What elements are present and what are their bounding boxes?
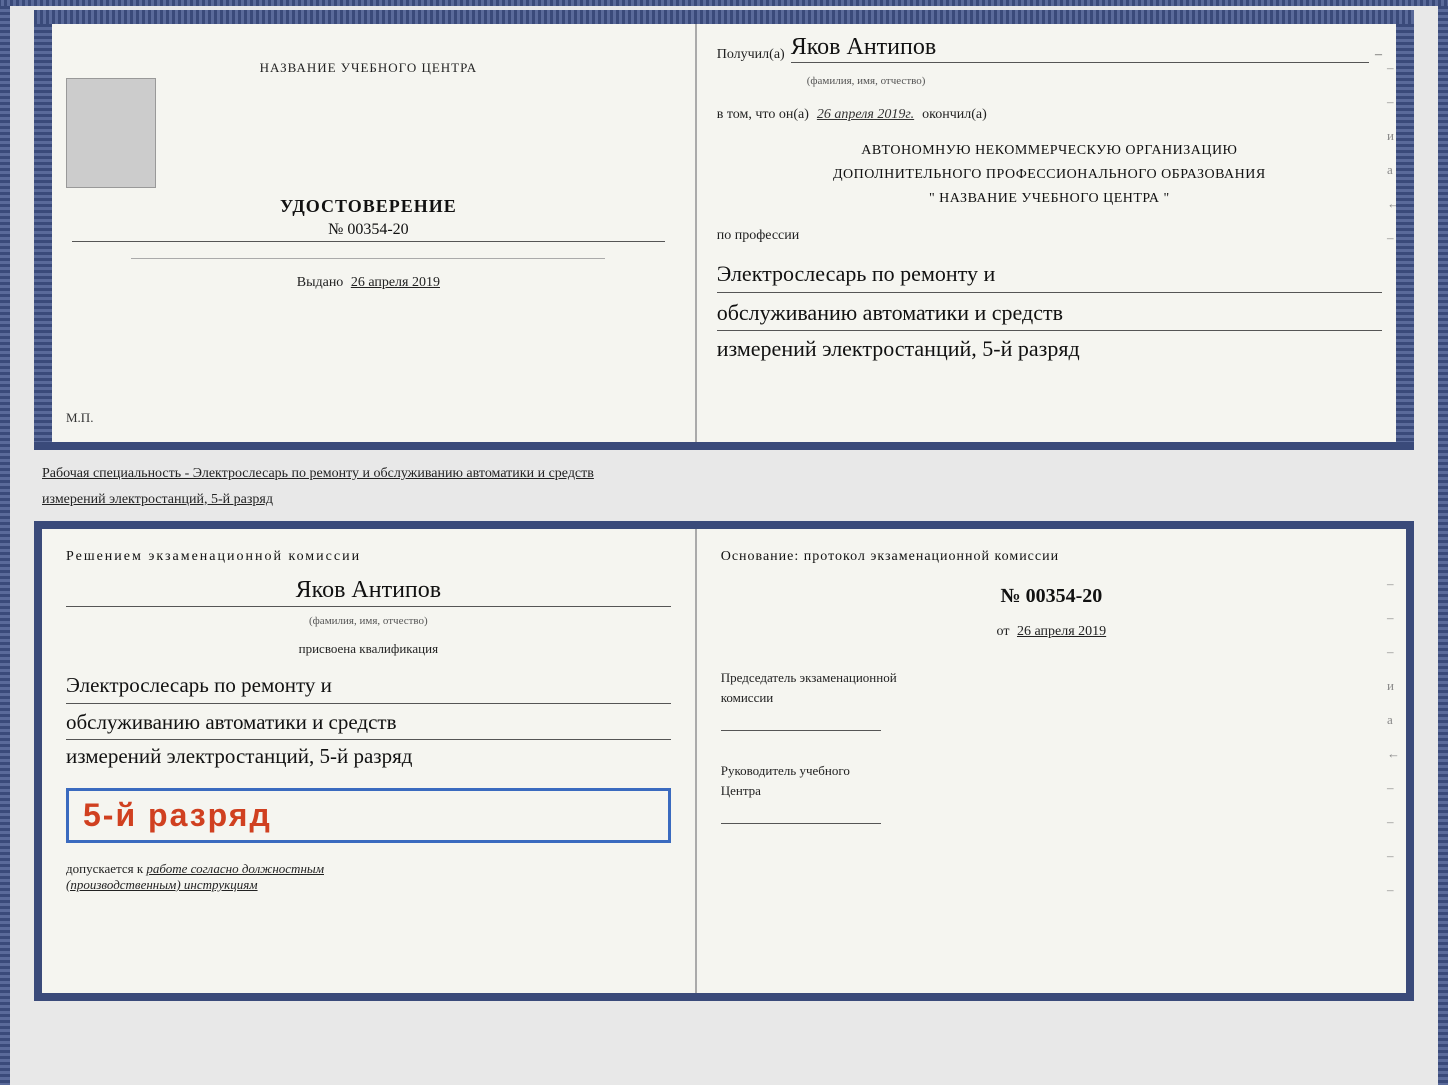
vtom-date: 26 апреля 2019г.: [817, 107, 914, 123]
certificate-bottom: Решением экзаменационной комиссии Яков А…: [34, 521, 1414, 1001]
b-dash4: и: [1387, 678, 1400, 694]
center-name-label: НАЗВАНИЕ УЧЕБНОГО ЦЕНТРА: [72, 58, 665, 78]
dash-after-name: –: [1375, 47, 1382, 63]
profession-block: Электрослесарь по ремонту и обслуживанию…: [717, 256, 1382, 366]
bottom-right-panel: Основание: протокол экзаменационной коми…: [697, 529, 1406, 993]
predsedatel-block: Председатель экзаменационной комиссии: [721, 668, 1382, 731]
ot-label: от: [997, 624, 1010, 639]
vydano-line: Выдано 26 апреля 2019: [72, 265, 665, 291]
bottom-name: Яков Антипов: [66, 577, 671, 607]
avt-line1: АВТОНОМНУЮ НЕКОММЕРЧЕСКУЮ ОРГАНИЗАЦИЮ: [717, 139, 1382, 163]
qual-line1: Электрослесарь по ремонту и: [66, 669, 671, 704]
avt-block: АВТОНОМНУЮ НЕКОММЕРЧЕСКУЮ ОРГАНИЗАЦИЮ ДО…: [717, 139, 1382, 210]
b-dash7: –: [1387, 780, 1400, 796]
b-dash3: –: [1387, 644, 1400, 660]
bottom-number: № 00354-20: [721, 585, 1382, 608]
rukovoditel-line1: Руководитель учебного: [721, 763, 850, 778]
predsedatel-line1: Председатель экзаменационной: [721, 670, 897, 685]
predsedatel-title: Председатель экзаменационной комиссии: [721, 668, 1382, 707]
speciality-label-block: Рабочая специальность - Электрослесарь п…: [34, 458, 1414, 513]
dopuskaetsya-label: допускается к: [66, 861, 143, 876]
speciality-label-line2: измерений электростанций, 5-й разряд: [38, 486, 1410, 512]
certificate-top: НАЗВАНИЕ УЧЕБНОГО ЦЕНТРА УДОСТОВЕРЕНИЕ №…: [34, 10, 1414, 450]
okoncil-label: окончил(а): [922, 107, 987, 123]
qual-line2: обслуживанию автоматики и средств: [66, 706, 671, 741]
vydano-date: 26 апреля 2019: [351, 275, 440, 290]
dopusk-italic1: работе согласно должностным: [146, 861, 324, 876]
vydano-label: Выдано: [297, 275, 344, 290]
profession-line1: Электрослесарь по ремонту и: [717, 256, 1382, 292]
poluchil-label: Получил(а): [717, 47, 785, 63]
osnovanie-text: Основание: протокол экзаменационной коми…: [721, 549, 1382, 565]
razryad-badge-text: 5-й разряд: [83, 797, 272, 833]
dash3: и: [1387, 128, 1400, 144]
b-dash1: –: [1387, 576, 1400, 592]
razryad-badge: 5-й разряд: [66, 788, 671, 843]
rukovoditel-line2: Центра: [721, 783, 761, 798]
ot-date-line: от 26 апреля 2019: [721, 624, 1382, 640]
side-dashes-bottom: – – – и а ← – – – –: [1387, 576, 1400, 898]
rukovoditel-signature-line: [721, 804, 881, 824]
b-dash8: –: [1387, 814, 1400, 830]
resheniem-text: Решением экзаменационной комиссии: [66, 549, 671, 565]
bottom-top-strip-decoration: [0, 0, 1448, 6]
predsedatel-line2: комиссии: [721, 690, 774, 705]
top-left-panel: НАЗВАНИЕ УЧЕБНОГО ЦЕНТРА УДОСТОВЕРЕНИЕ №…: [42, 18, 697, 442]
mp-label: М.П.: [66, 410, 93, 426]
recipient-name: Яков Антипов: [791, 34, 1369, 63]
bottom-fio-label: (фамилия, имя, отчество): [66, 615, 671, 627]
fio-label-top: (фамилия, имя, отчество): [807, 75, 1382, 87]
predsedatel-signature-line: [721, 711, 881, 731]
dash2: –: [1387, 94, 1400, 110]
rukovoditel-block: Руководитель учебного Центра: [721, 761, 1382, 824]
profession-line3: измерений электростанций, 5-й разряд: [717, 331, 1382, 366]
b-dash5: а: [1387, 712, 1400, 728]
rukovoditel-title: Руководитель учебного Центра: [721, 761, 1382, 800]
b-dash2: –: [1387, 610, 1400, 626]
document-wrapper: НАЗВАНИЕ УЧЕБНОГО ЦЕНТРА УДОСТОВЕРЕНИЕ №…: [34, 10, 1414, 1001]
bottom-left-panel: Решением экзаменационной комиссии Яков А…: [42, 529, 697, 993]
avt-line2: ДОПОЛНИТЕЛЬНОГО ПРОФЕССИОНАЛЬНОГО ОБРАЗО…: [717, 163, 1382, 187]
divider-line: [131, 258, 605, 259]
dopuskaetsya-block: допускается к работе согласно должностны…: [66, 861, 671, 893]
dopusk-italic2: (производственным) инструкциям: [66, 877, 258, 892]
b-dash10: –: [1387, 882, 1400, 898]
udostoverenie-title: УДОСТОВЕРЕНИЕ: [72, 196, 665, 217]
qual-block: Электрослесарь по ремонту и обслуживанию…: [66, 669, 671, 774]
dash1: –: [1387, 60, 1400, 76]
avt-line3: " НАЗВАНИЕ УЧЕБНОГО ЦЕНТРА ": [717, 187, 1382, 211]
dash4: а: [1387, 162, 1400, 178]
udostoverenie-number: № 00354-20: [72, 221, 665, 242]
side-dashes-top: – – и а ← –: [1387, 60, 1400, 246]
vtom-label: в том, что он(а): [717, 107, 809, 123]
po-professii-label: по профессии: [717, 228, 1382, 244]
profession-line2: обслуживанию автоматики и средств: [717, 295, 1382, 331]
qual-line3: измерений электростанций, 5-й разряд: [66, 740, 671, 774]
top-right-panel: Получил(а) Яков Антипов – (фамилия, имя,…: [697, 18, 1406, 442]
photo-placeholder: [66, 78, 156, 188]
b-dash9: –: [1387, 848, 1400, 864]
top-strip-decoration: [34, 10, 1414, 24]
prisvoena-text: присвоена квалификация: [66, 641, 671, 657]
ot-date: 26 апреля 2019: [1017, 624, 1106, 639]
speciality-label-line1: Рабочая специальность - Электрослесарь п…: [38, 460, 1410, 486]
dash5: ←: [1387, 196, 1400, 212]
b-dash6: ←: [1387, 746, 1400, 762]
dash6: –: [1387, 230, 1400, 246]
